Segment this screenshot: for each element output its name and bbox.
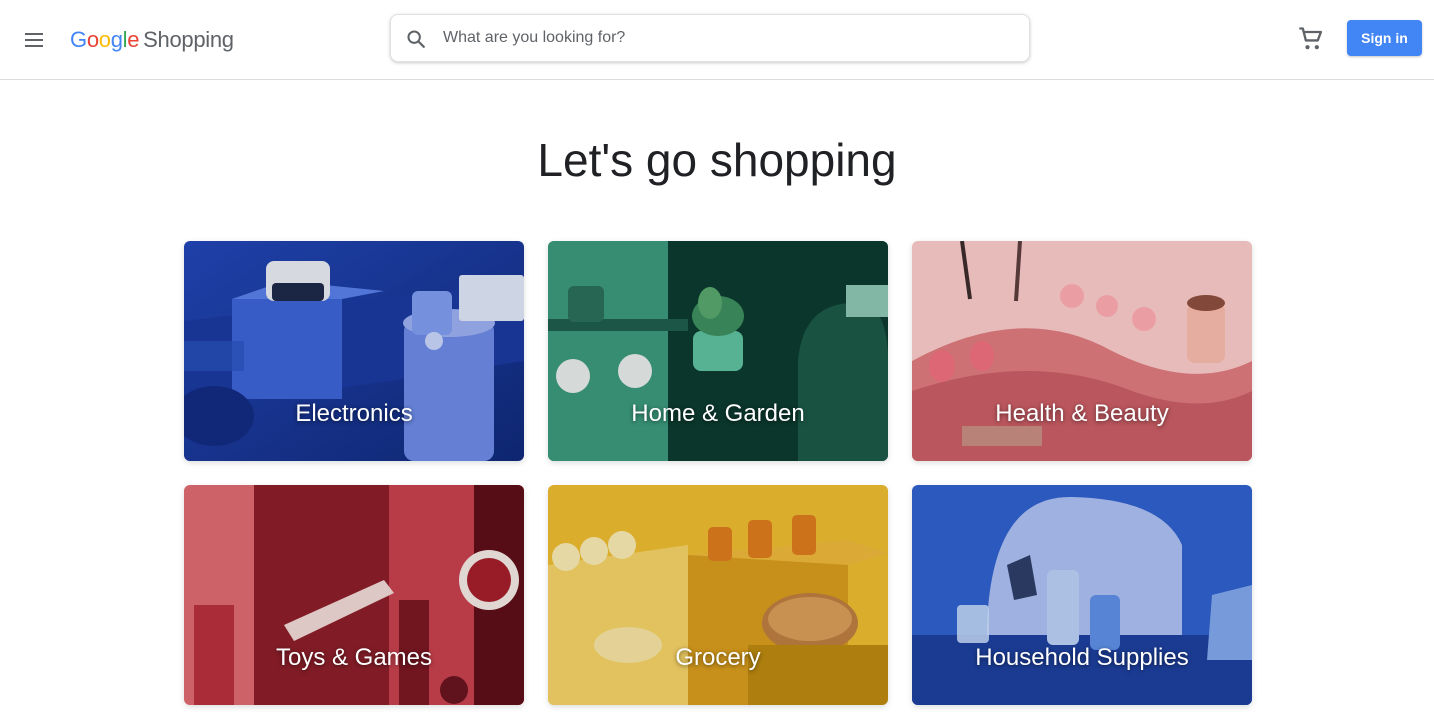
category-tile-home-garden[interactable]: Home & Garden — [548, 241, 888, 461]
category-tile-electronics[interactable]: Electronics — [184, 241, 524, 461]
search-box[interactable] — [390, 14, 1030, 62]
category-label: Electronics — [295, 400, 413, 427]
top-bar: GoogleShopping Sign in — [0, 0, 1434, 80]
google-shopping-logo[interactable]: Google Shopping — [70, 26, 234, 54]
page-title: Let's go shopping — [537, 134, 897, 186]
search-icon[interactable] — [405, 28, 427, 50]
logo-letter: G — [70, 27, 87, 52]
logo-letter: g — [110, 27, 123, 52]
category-label: Health & Beauty — [995, 400, 1169, 427]
category-tile-grocery[interactable]: Grocery — [548, 485, 888, 705]
category-tile-household-supplies[interactable]: Household Supplies — [912, 485, 1252, 705]
category-tile-health-beauty[interactable]: Health & Beauty — [912, 241, 1252, 461]
sign-in-button[interactable]: Sign in — [1347, 20, 1422, 56]
category-tile-toys-games[interactable]: Toys & Games — [184, 485, 524, 705]
logo-letter: o — [86, 27, 99, 52]
menu-icon[interactable] — [18, 24, 50, 56]
category-label: Grocery — [675, 644, 761, 671]
category-label: Home & Garden — [631, 400, 805, 427]
logo-product-name: Shopping — [143, 27, 234, 52]
search-input[interactable] — [443, 21, 1013, 55]
logo-letter: e — [127, 27, 140, 52]
logo-letter: o — [98, 27, 111, 52]
category-label: Household Supplies — [975, 644, 1189, 671]
cart-icon[interactable] — [1297, 25, 1325, 53]
category-label: Toys & Games — [275, 644, 433, 671]
